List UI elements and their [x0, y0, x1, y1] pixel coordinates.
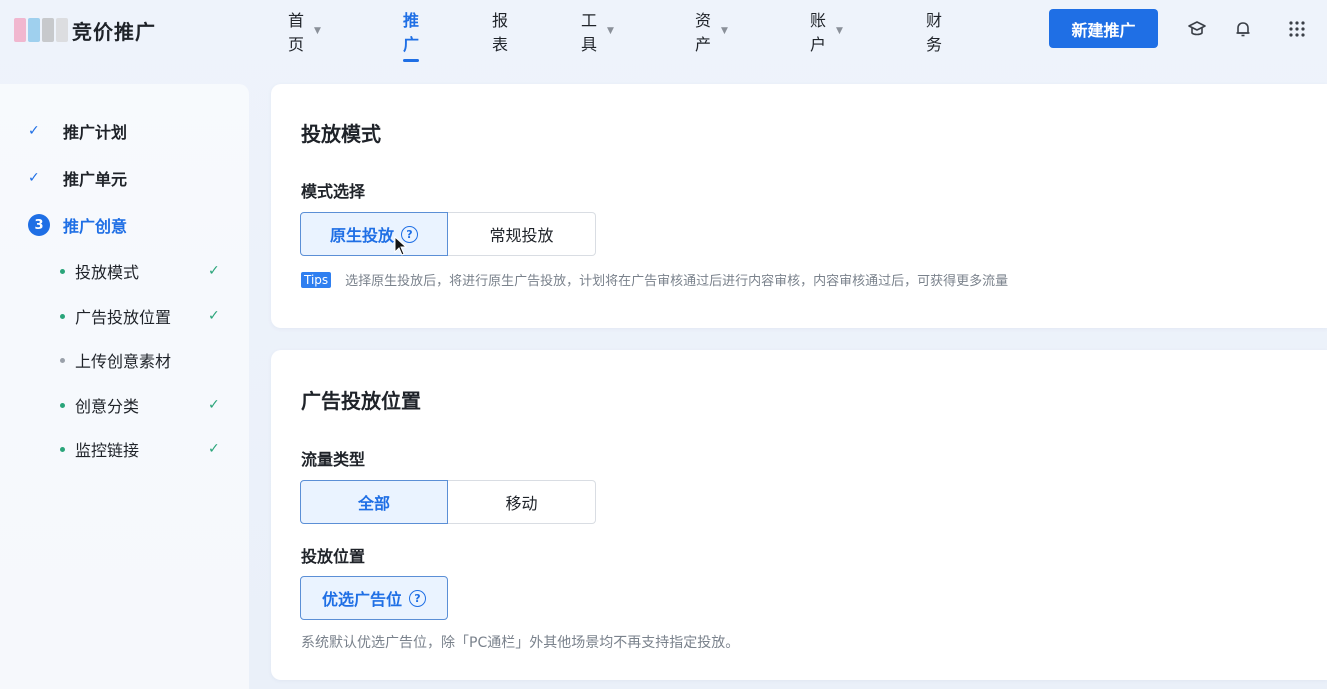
nav-account-label: 账户	[810, 11, 827, 54]
check-icon: ✓	[28, 170, 40, 186]
check-icon: ✓	[208, 308, 220, 324]
bullet-dot	[60, 357, 65, 363]
logo-block-1	[14, 18, 26, 42]
logo-mark	[14, 18, 68, 42]
option-all[interactable]: 全部	[300, 480, 448, 524]
tips-row: Tips 选择原生投放后，将进行原生广告投放，计划将在广告审核通过后进行内容审核…	[301, 270, 1008, 289]
option-native[interactable]: 原生投放 ?	[300, 212, 448, 256]
apps-grid-icon[interactable]	[1286, 18, 1308, 40]
step-sidebar: ✓ 推广计划 ✓ 推广单元 3 推广创意 投放模式 ✓ 广告投放位置 ✓ 上传创…	[0, 84, 249, 689]
new-promotion-button[interactable]: 新建推广	[1049, 9, 1158, 48]
substep-delivery-mode[interactable]: 投放模式 ✓	[60, 259, 230, 283]
nav-assets-label: 资产	[695, 11, 712, 54]
substep-label: 上传创意素材	[75, 352, 172, 371]
delivery-mode-card: 投放模式 模式选择 原生投放 ? 常规投放 Tips 选择原生投放后，将进行原生…	[271, 84, 1327, 328]
field-label: 投放位置	[301, 547, 366, 566]
option-label: 全部	[357, 494, 390, 513]
check-icon: ✓	[28, 123, 40, 139]
nav-reports[interactable]: 报表	[492, 0, 508, 62]
nav-tools-label: 工具	[581, 11, 598, 54]
step-number-badge: 3	[28, 214, 50, 236]
logo-block-4	[56, 18, 68, 42]
option-mobile[interactable]: 移动	[448, 480, 596, 524]
substep-upload-material[interactable]: 上传创意素材	[60, 348, 230, 372]
nav-account[interactable]: 账户 ▼	[810, 0, 843, 62]
logo[interactable]: 竞价推广	[14, 14, 156, 46]
mouse-pointer-icon	[394, 236, 408, 256]
substep-monitor-link[interactable]: 监控链接 ✓	[60, 437, 230, 461]
step-unit[interactable]: ✓ 推广单元	[28, 166, 127, 190]
nav-finance[interactable]: 财务	[926, 0, 942, 62]
step-label: 推广计划	[63, 123, 128, 142]
mode-selector: 原生投放 ? 常规投放	[300, 212, 596, 256]
option-label: 原生投放	[329, 226, 394, 245]
section-title: 投放模式	[301, 122, 381, 146]
chevron-down-icon: ▼	[314, 26, 321, 36]
nav-assets[interactable]: 资产 ▼	[695, 0, 728, 62]
help-icon[interactable]: ?	[409, 589, 426, 607]
field-label: 模式选择	[301, 182, 366, 201]
placement-note: 系统默认优选广告位，除「PC通栏」外其他场景均不再支持指定投放。	[301, 635, 740, 651]
substep-label: 广告投放位置	[75, 308, 172, 327]
option-label: 优选广告位	[321, 590, 402, 609]
top-nav-bar: 竞价推广 首页 ▼ 推广 报表 工具 ▼ 资产 ▼ 账户 ▼ 财务 新建推广	[0, 0, 1327, 62]
nav-promotion-label: 推广	[403, 11, 420, 54]
step-label: 推广单元	[63, 170, 128, 189]
graduation-cap-icon[interactable]	[1186, 18, 1208, 40]
substep-label: 监控链接	[75, 441, 140, 460]
substep-label: 投放模式	[75, 263, 140, 282]
substep-creative-category[interactable]: 创意分类 ✓	[60, 393, 230, 417]
traffic-type-selector: 全部 移动	[300, 480, 596, 524]
section-title: 广告投放位置	[301, 389, 421, 413]
nav-home[interactable]: 首页 ▼	[288, 0, 321, 62]
field-label: 流量类型	[301, 450, 366, 469]
chevron-down-icon: ▼	[721, 26, 728, 36]
step-creative[interactable]: 3 推广创意	[28, 213, 127, 237]
bullet-dot	[60, 268, 65, 274]
nav-home-label: 首页	[288, 11, 305, 54]
substep-label: 创意分类	[75, 397, 140, 416]
option-label: 常规投放	[489, 226, 554, 245]
tips-text: 选择原生投放后，将进行原生广告投放，计划将在广告审核通过后进行内容审核，内容审核…	[345, 274, 1009, 289]
nav-finance-label: 财务	[926, 11, 943, 54]
substep-ad-placement[interactable]: 广告投放位置 ✓	[60, 304, 230, 328]
ad-placement-card: 广告投放位置 流量类型 全部 移动 投放位置 优选广告位 ? 系统默认优选广告位…	[271, 350, 1327, 680]
nav-tools[interactable]: 工具 ▼	[581, 0, 614, 62]
check-icon: ✓	[208, 397, 220, 413]
check-icon: ✓	[208, 441, 220, 457]
step-plan[interactable]: ✓ 推广计划	[28, 119, 127, 143]
nav-reports-label: 报表	[492, 11, 509, 54]
logo-block-3	[42, 18, 54, 42]
option-preferred-slot[interactable]: 优选广告位 ?	[300, 576, 448, 620]
bullet-dot	[60, 402, 65, 408]
tips-badge: Tips	[301, 271, 332, 288]
check-icon: ✓	[208, 263, 220, 279]
option-label: 移动	[505, 494, 538, 513]
bullet-dot	[60, 446, 65, 452]
bell-icon[interactable]	[1232, 18, 1254, 40]
option-regular[interactable]: 常规投放	[448, 212, 596, 256]
logo-block-2	[28, 18, 40, 42]
chevron-down-icon: ▼	[607, 26, 614, 36]
bullet-dot	[60, 313, 65, 319]
chevron-down-icon: ▼	[836, 26, 843, 36]
logo-text: 竞价推广	[72, 19, 156, 44]
step-label: 推广创意	[63, 217, 128, 236]
nav-promotion[interactable]: 推广	[403, 0, 420, 62]
